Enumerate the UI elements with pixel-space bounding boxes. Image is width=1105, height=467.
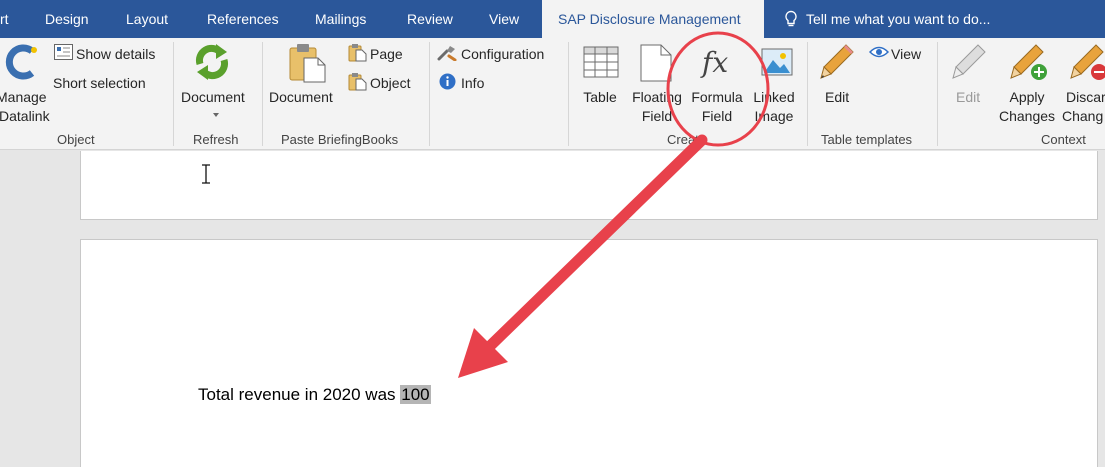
linked-image-label-2[interactable]: Image (746, 107, 802, 125)
context-edit-pencil-icon[interactable] (950, 42, 988, 82)
floating-field-label-2[interactable]: Field (624, 107, 690, 125)
edit-pencil-icon[interactable] (818, 42, 856, 82)
info-button[interactable]: Info (461, 74, 484, 92)
document-page-previous[interactable] (80, 151, 1098, 220)
paste-page-button[interactable]: Page (370, 45, 403, 63)
manage-datalink-label-1[interactable]: Manage (0, 88, 47, 106)
document-paragraph[interactable]: Total revenue in 2020 was 100 (198, 384, 431, 406)
apply-changes-icon[interactable] (1010, 42, 1050, 84)
apply-changes-label-2[interactable]: Changes (994, 107, 1060, 125)
group-label-table-templates: Table templates (821, 132, 913, 147)
configuration-icon (437, 46, 457, 61)
context-edit-button[interactable]: Edit (956, 88, 980, 106)
tab-insert[interactable]: rt (0, 0, 9, 38)
document-canvas: Total revenue in 2020 was 100 (0, 151, 1105, 467)
lightbulb-icon (785, 10, 797, 27)
paste-object-icon (348, 73, 367, 91)
view-eye-icon (869, 46, 889, 58)
group-label-object: Object (57, 132, 95, 147)
apply-changes-label-1[interactable]: Apply (994, 88, 1060, 106)
formula-field-label-2[interactable]: Field (686, 107, 748, 125)
paste-document-button[interactable]: Document (269, 88, 333, 106)
paragraph-text: Total revenue in 2020 was (198, 385, 401, 404)
table-template-edit-button[interactable]: Edit (825, 88, 849, 106)
document-page-current[interactable] (80, 239, 1098, 467)
group-separator (568, 42, 569, 146)
info-icon (439, 73, 456, 90)
paste-page-icon (348, 44, 367, 62)
svg-text:fx: fx (700, 46, 728, 79)
tell-me-search[interactable]: Tell me what you want to do... (806, 0, 990, 38)
configuration-button[interactable]: Configuration (461, 45, 544, 63)
tab-review[interactable]: Review (407, 0, 453, 38)
formula-field-label-1[interactable]: Formula (686, 88, 748, 106)
tab-design[interactable]: Design (45, 0, 89, 38)
show-details-button[interactable]: Show details (76, 45, 155, 63)
group-separator (429, 42, 430, 146)
manage-datalink-icon[interactable] (2, 42, 42, 82)
formula-field-value[interactable]: 100 (400, 385, 431, 404)
floating-field-label-1[interactable]: Floating (624, 88, 690, 106)
manage-datalink-label-2[interactable]: Datalink (0, 107, 50, 125)
short-selection-button[interactable]: Short selection (53, 74, 146, 92)
tab-layout[interactable]: Layout (126, 0, 168, 38)
discard-changes-label-1[interactable]: Discar (1066, 88, 1105, 106)
tab-mailings[interactable]: Mailings (315, 0, 366, 38)
group-label-context: Context (1041, 132, 1086, 147)
text-cursor-icon (202, 164, 210, 184)
linked-image-icon[interactable] (761, 46, 793, 78)
floating-field-icon[interactable] (640, 44, 672, 82)
tab-view[interactable]: View (489, 0, 519, 38)
group-separator (173, 42, 174, 146)
refresh-document-button[interactable]: Document (181, 88, 245, 106)
table-template-view-button[interactable]: View (891, 45, 921, 63)
group-label-refresh: Refresh (193, 132, 239, 147)
discard-changes-icon[interactable] (1070, 42, 1105, 84)
group-separator (937, 42, 938, 146)
linked-image-label-1[interactable]: Linked (746, 88, 802, 106)
paste-object-button[interactable]: Object (370, 74, 410, 92)
show-details-icon (54, 44, 73, 60)
chevron-down-icon[interactable] (212, 112, 220, 118)
table-button[interactable]: Table (578, 88, 622, 106)
formula-fx-icon[interactable]: fx (698, 42, 738, 82)
ribbon-tab-bar: rt Design Layout References Mailings Rev… (0, 0, 1105, 38)
tab-references[interactable]: References (207, 0, 279, 38)
refresh-icon[interactable] (192, 42, 232, 82)
discard-changes-label-2[interactable]: Chang (1062, 107, 1103, 125)
paste-document-icon[interactable] (288, 42, 328, 84)
group-separator (262, 42, 263, 146)
group-separator (807, 42, 808, 146)
tab-sap-disclosure-management[interactable]: SAP Disclosure Management (542, 0, 764, 38)
table-icon[interactable] (583, 46, 619, 78)
ribbon: Manage Datalink Show details Short selec… (0, 38, 1105, 150)
group-label-create: Create (667, 132, 707, 147)
group-label-paste-briefingbooks: Paste BriefingBooks (281, 132, 399, 147)
